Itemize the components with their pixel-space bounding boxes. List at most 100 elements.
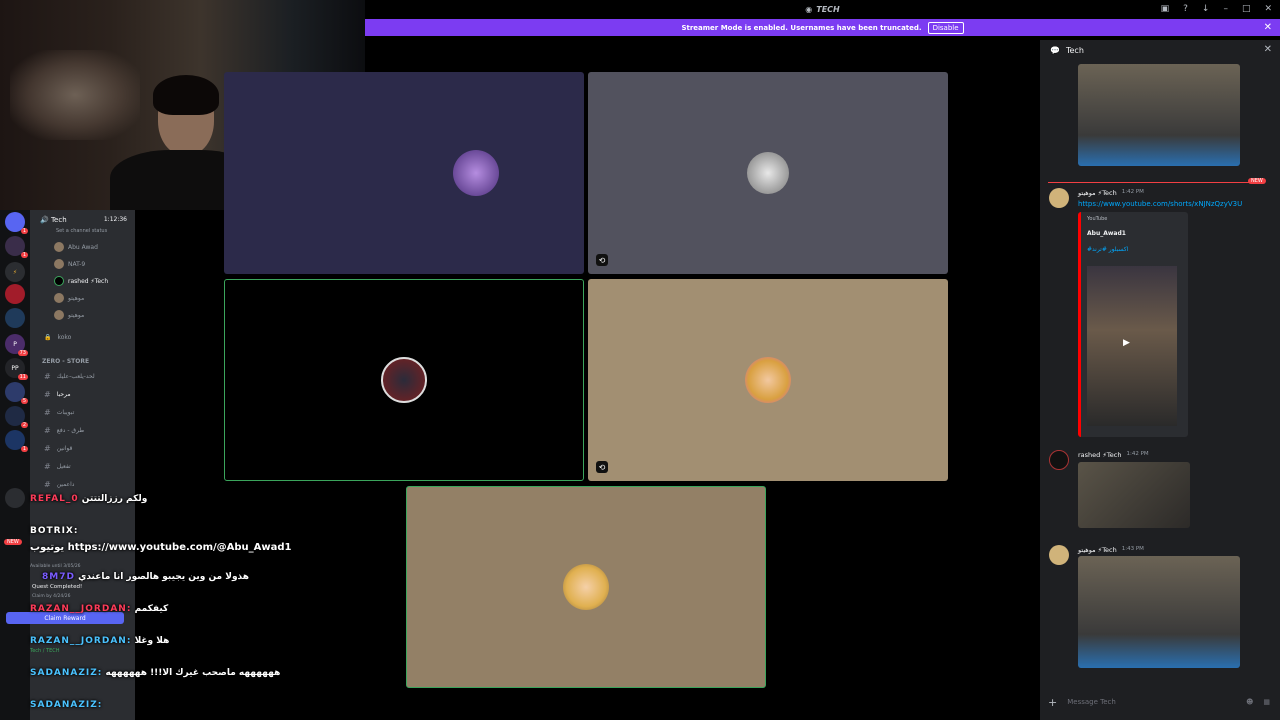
image-attachment[interactable] bbox=[1078, 462, 1190, 528]
message-author: موهيتو ⚡Tech 1:43 PM bbox=[1078, 546, 1144, 554]
message-composer[interactable]: + Message Tech ☻ ▦ bbox=[1048, 692, 1270, 712]
chat-bubble-icon: 💬 bbox=[1050, 46, 1060, 55]
voice-member[interactable]: Abu Awad bbox=[54, 242, 98, 252]
inbox-icon[interactable]: ▣ bbox=[1161, 4, 1170, 14]
channel-status[interactable]: Set a channel status bbox=[56, 228, 107, 234]
text-channel[interactable]: # داعمين bbox=[44, 480, 74, 489]
participant-tile[interactable]: ⟲ bbox=[588, 279, 948, 481]
server-icon[interactable]: P 73 bbox=[5, 334, 28, 356]
server-icon[interactable]: 5 bbox=[5, 382, 28, 404]
locked-channel[interactable]: 🔒 koko bbox=[44, 334, 71, 341]
text-channel[interactable]: # قوانين bbox=[44, 444, 72, 453]
participant-tile[interactable] bbox=[224, 72, 584, 274]
chat-line: يوتيوب https://www.youtube.com/@Abu_Awad… bbox=[30, 542, 292, 553]
chat-header: 💬 Tech bbox=[1050, 46, 1084, 55]
hash-icon: # bbox=[44, 372, 51, 381]
text-channel[interactable]: # تفعيل bbox=[44, 462, 71, 471]
avatar bbox=[563, 564, 609, 610]
image-attachment[interactable] bbox=[1078, 556, 1240, 668]
voice-member[interactable]: NAT-9 bbox=[54, 259, 85, 269]
voice-member[interactable]: موهيتو bbox=[54, 310, 84, 320]
participant-tile-speaking[interactable] bbox=[224, 279, 584, 481]
chat-line: RAZAN__JORDAN: كيفكمم bbox=[30, 604, 169, 614]
help-icon[interactable]: ? bbox=[1183, 4, 1188, 14]
youtube-embed[interactable]: YouTube Abu_Awad1 #اكسبلور #ترند ▶ bbox=[1078, 212, 1188, 437]
close-banner-icon[interactable]: ✕ bbox=[1264, 22, 1272, 33]
avatar bbox=[453, 150, 499, 196]
voice-channel-name[interactable]: 🔊 Tech bbox=[40, 216, 67, 224]
server-icon[interactable]: 1 bbox=[5, 430, 28, 452]
avatar[interactable] bbox=[1049, 545, 1069, 565]
window-title: TECH bbox=[816, 4, 840, 14]
participant-tile-speaking[interactable] bbox=[406, 486, 766, 688]
close-chat-icon[interactable]: ✕ bbox=[1264, 44, 1272, 55]
chat-line: REFAL_0 ولكم رززالتتتن bbox=[30, 494, 148, 504]
message-input[interactable]: Message Tech bbox=[1067, 698, 1116, 706]
avatar bbox=[54, 310, 64, 320]
emoji-icon[interactable]: ☻ bbox=[1246, 698, 1253, 706]
participant-tile[interactable]: ⟲ bbox=[588, 72, 948, 274]
add-icon[interactable]: + bbox=[1048, 696, 1057, 709]
hash-icon: # bbox=[44, 390, 51, 399]
close-icon[interactable]: ✕ bbox=[1264, 4, 1272, 14]
category-header[interactable]: ZERO - STORE bbox=[42, 358, 89, 365]
new-messages-divider bbox=[1048, 182, 1264, 183]
maximize-icon[interactable]: □ bbox=[1242, 4, 1251, 14]
chat-line: SADANAZIZ: bbox=[30, 700, 103, 710]
text-channel[interactable]: # لحد-يلعب-عليك bbox=[44, 372, 95, 381]
server-icon: ◉ bbox=[805, 4, 813, 14]
minimize-icon[interactable]: – bbox=[1223, 4, 1228, 14]
apps-icon[interactable]: ▦ bbox=[1263, 698, 1270, 706]
new-badge: NEW bbox=[1248, 178, 1266, 184]
streamer-mode-banner: Streamer Mode is enabled. Usernames have… bbox=[365, 19, 1280, 36]
stream-icon: ⟲ bbox=[596, 254, 608, 266]
message-author: موهيتو ⚡Tech 1:42 PM bbox=[1078, 189, 1144, 197]
server-icon[interactable]: 1 bbox=[5, 236, 28, 258]
embed-provider: YouTube bbox=[1087, 216, 1108, 222]
avatar[interactable] bbox=[1049, 188, 1069, 208]
avatar bbox=[54, 293, 64, 303]
hash-icon: # bbox=[44, 426, 51, 435]
server-icon[interactable] bbox=[5, 284, 25, 304]
avatar bbox=[747, 152, 789, 194]
hash-icon: # bbox=[44, 462, 51, 471]
chat-line: 8M7D هذولا من وين يجيبو هالصور انا ماعند… bbox=[42, 572, 249, 582]
image-attachment[interactable] bbox=[1078, 64, 1240, 166]
stream-chat-overlay: REFAL_0 ولكم رززالتتتن BOTRIX: يوتيوب ht… bbox=[0, 490, 310, 720]
avatar[interactable] bbox=[1049, 450, 1069, 470]
avatar bbox=[54, 276, 64, 286]
speaker-icon: 🔊 bbox=[40, 216, 49, 224]
play-icon[interactable]: ▶ bbox=[1123, 338, 1130, 348]
hash-icon: # bbox=[44, 408, 51, 417]
text-channel[interactable]: # مرحبا bbox=[44, 390, 71, 399]
message-author: rashed ⚡Tech 1:42 PM bbox=[1078, 451, 1149, 459]
avatar bbox=[381, 357, 427, 403]
server-icon[interactable] bbox=[5, 308, 25, 328]
voice-member[interactable]: موهيتو bbox=[54, 293, 84, 303]
text-channel[interactable]: # تبويبات bbox=[44, 408, 74, 417]
voice-timer: 1:12:36 bbox=[103, 216, 127, 223]
banner-text: Streamer Mode is enabled. Usernames have… bbox=[681, 23, 922, 32]
hash-icon: # bbox=[44, 480, 51, 489]
message-link[interactable]: https://www.youtube.com/shorts/xNJNzQzyV… bbox=[1078, 200, 1242, 208]
chat-line: RAZAN__JORDAN: هلا وغلا bbox=[30, 636, 170, 646]
embed-title[interactable]: #اكسبلور #ترند bbox=[1087, 246, 1128, 253]
voice-member[interactable]: rashed ⚡Tech bbox=[54, 276, 108, 286]
server-icon[interactable]: 1 bbox=[5, 212, 28, 234]
stream-icon: ⟲ bbox=[596, 461, 608, 473]
title-bar: ◉ TECH ▣ ? ↓ – □ ✕ bbox=[365, 0, 1280, 18]
avatar bbox=[745, 357, 791, 403]
video-thumbnail[interactable]: ▶ bbox=[1087, 266, 1177, 426]
avatar bbox=[54, 242, 64, 252]
avatar bbox=[54, 259, 64, 269]
server-icon[interactable]: 2 bbox=[5, 406, 28, 428]
embed-author[interactable]: Abu_Awad1 bbox=[1087, 230, 1126, 237]
download-icon[interactable]: ↓ bbox=[1202, 4, 1210, 14]
disable-button[interactable]: Disable bbox=[927, 21, 964, 34]
server-icon[interactable]: PP 11 bbox=[5, 358, 28, 380]
chat-line: SADANAZIZ: ههههههه ماصحب غيرك الا!!! ههه… bbox=[30, 668, 281, 678]
hash-icon: # bbox=[44, 444, 51, 453]
server-icon[interactable]: ⚡ bbox=[5, 262, 25, 282]
text-channel[interactable]: # طرق - دفع bbox=[44, 426, 84, 435]
lock-icon: 🔒 bbox=[44, 334, 52, 341]
